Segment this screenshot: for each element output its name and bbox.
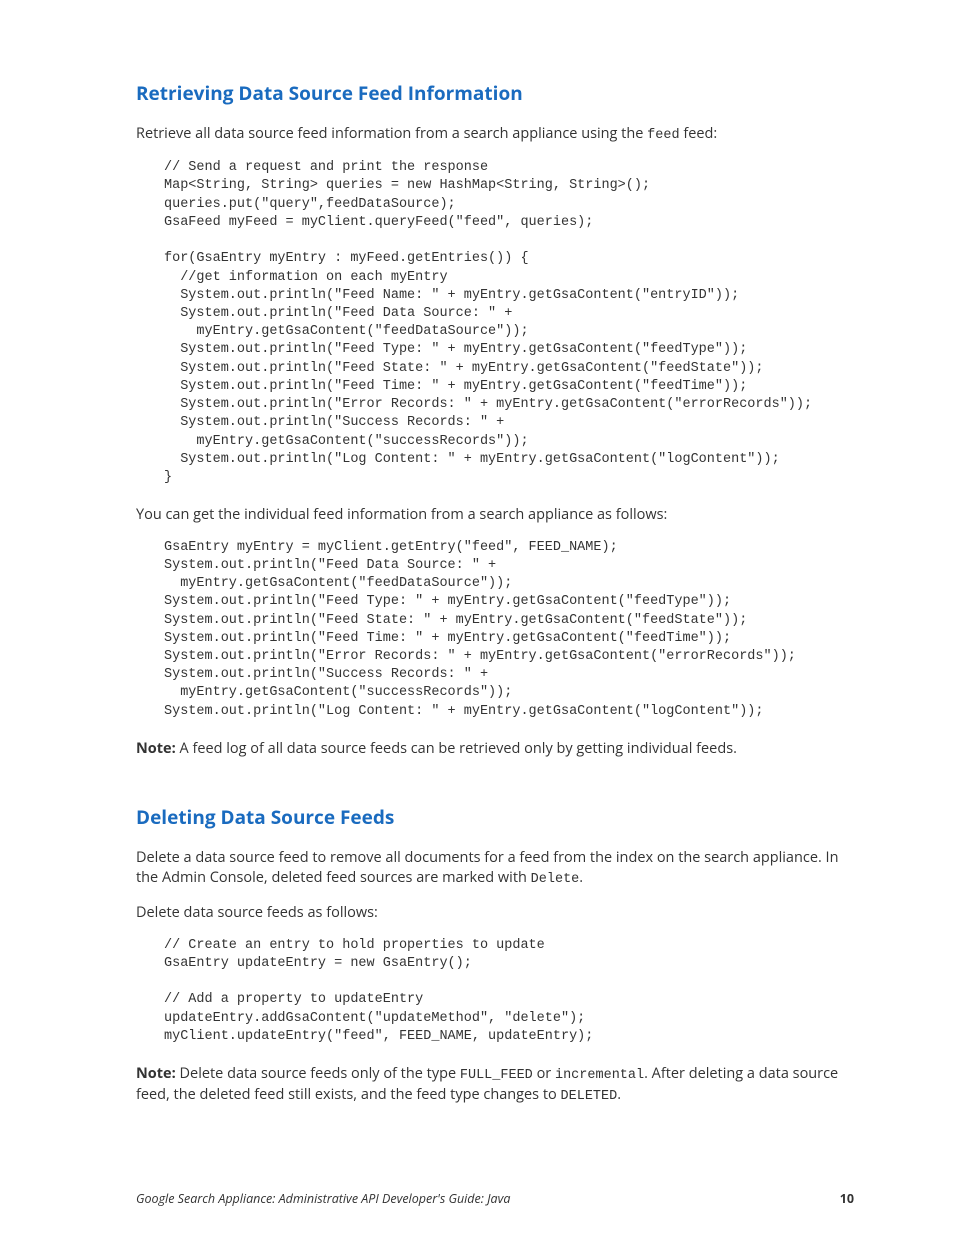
- note2-c2: incremental: [555, 1068, 644, 1083]
- code-block-3: // Create an entry to hold properties to…: [164, 937, 854, 1046]
- intro-code: feed: [647, 128, 679, 143]
- note2-p2: or: [533, 1064, 555, 1083]
- note2-p4: .: [617, 1085, 621, 1104]
- heading-retrieving: Retrieving Data Source Feed Information: [136, 80, 854, 106]
- note2-p1: Delete data source feeds only of the typ…: [176, 1064, 460, 1083]
- delete-follows-para: Delete data source feeds as follows:: [136, 903, 854, 923]
- heading-deleting: Deleting Data Source Feeds: [136, 804, 854, 830]
- note-label-2: Note:: [136, 1064, 176, 1083]
- intro-after: feed:: [680, 124, 718, 143]
- note-2: Note: Delete data source feeds only of t…: [136, 1064, 854, 1106]
- code-block-2: GsaEntry myEntry = myClient.getEntry("fe…: [164, 539, 854, 721]
- note-text-1: A feed log of all data source feeds can …: [176, 739, 737, 758]
- intro-para: Retrieve all data source feed informatio…: [136, 124, 854, 145]
- note-label-1: Note:: [136, 739, 176, 758]
- para-individual-feed: You can get the individual feed informat…: [136, 505, 854, 525]
- note2-c1: FULL_FEED: [460, 1068, 533, 1083]
- page-footer: Google Search Appliance: Administrative …: [136, 1190, 854, 1207]
- delete-intro-before: Delete a data source feed to remove all …: [136, 848, 839, 887]
- note-1: Note: A feed log of all data source feed…: [136, 739, 854, 759]
- code-block-1: // Send a request and print the response…: [164, 159, 854, 487]
- footer-title: Google Search Appliance: Administrative …: [136, 1190, 510, 1207]
- delete-intro-code: Delete: [531, 872, 580, 887]
- delete-intro-para: Delete a data source feed to remove all …: [136, 848, 854, 889]
- note2-c3: DELETED: [561, 1089, 618, 1104]
- footer-page-number: 10: [840, 1190, 854, 1207]
- delete-intro-after: .: [579, 868, 583, 887]
- intro-before: Retrieve all data source feed informatio…: [136, 124, 647, 143]
